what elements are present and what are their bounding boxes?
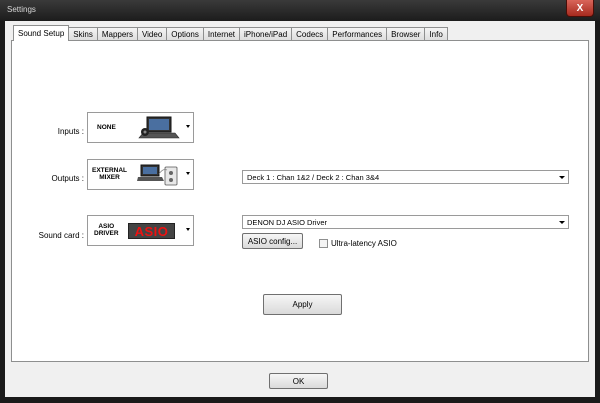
tab-info[interactable]: Info bbox=[424, 27, 448, 41]
tab-codecs[interactable]: Codecs bbox=[291, 27, 329, 41]
ultra-latency-checkbox[interactable] bbox=[319, 239, 328, 248]
apply-button[interactable]: Apply bbox=[263, 294, 342, 315]
settings-window: Sound Setup Skins Mappers Video Options … bbox=[5, 21, 595, 397]
sound-card-dropdown-arrow-icon bbox=[186, 228, 190, 231]
inputs-selector[interactable]: NONE bbox=[87, 112, 194, 143]
tab-options[interactable]: Options bbox=[166, 27, 204, 41]
sound-card-value: ASIO DRIVER bbox=[94, 223, 119, 237]
ultra-latency-label: Ultra-latency ASIO bbox=[331, 239, 397, 248]
output-routing-dropdown[interactable]: Deck 1 : Chan 1&2 / Deck 2 : Chan 3&4 bbox=[242, 170, 569, 184]
outputs-dropdown-arrow-icon bbox=[186, 172, 190, 175]
inputs-dropdown-arrow-icon bbox=[186, 125, 190, 128]
window-title: Settings bbox=[7, 5, 36, 14]
output-routing-value: Deck 1 : Chan 1&2 / Deck 2 : Chan 3&4 bbox=[247, 173, 380, 182]
asio-config-button[interactable]: ASIO config... bbox=[242, 233, 303, 249]
sound-card-label: Sound card : bbox=[38, 231, 84, 240]
sound-setup-panel: Inputs : NONE Outputs : EXTERNAL MIXER D… bbox=[11, 40, 589, 362]
output-routing-arrow-icon bbox=[556, 171, 568, 183]
tab-internet[interactable]: Internet bbox=[202, 27, 240, 41]
sound-card-driver-value: DENON DJ ASIO Driver bbox=[247, 218, 328, 227]
outputs-value-line1: EXTERNAL bbox=[92, 167, 128, 174]
sound-card-value-line1: ASIO bbox=[98, 223, 115, 230]
tab-iphone-ipad[interactable]: iPhone/iPad bbox=[239, 27, 293, 41]
inputs-label: Inputs : bbox=[57, 127, 84, 136]
tab-video[interactable]: Video bbox=[136, 27, 168, 41]
tab-bar: Sound Setup Skins Mappers Video Options … bbox=[13, 25, 448, 41]
close-icon: X bbox=[576, 2, 584, 14]
close-button[interactable]: X bbox=[566, 0, 594, 17]
title-bar: Settings X bbox=[0, 0, 600, 21]
asio-logo: ASIO bbox=[128, 223, 175, 239]
outputs-selector[interactable]: EXTERNAL MIXER bbox=[87, 159, 194, 190]
outputs-value: EXTERNAL MIXER bbox=[92, 167, 127, 181]
inputs-value: NONE bbox=[97, 124, 116, 131]
ok-button[interactable]: OK bbox=[269, 373, 328, 389]
sound-card-driver-arrow-icon bbox=[556, 216, 568, 228]
laptop-mixer-icon bbox=[137, 164, 178, 186]
tab-mappers[interactable]: Mappers bbox=[96, 27, 138, 41]
tab-skins[interactable]: Skins bbox=[68, 27, 98, 41]
tab-browser[interactable]: Browser bbox=[386, 27, 426, 41]
outputs-label: Outputs : bbox=[51, 174, 84, 183]
sound-card-selector[interactable]: ASIO DRIVER ASIO bbox=[87, 215, 194, 246]
tab-performances[interactable]: Performances bbox=[327, 27, 388, 41]
tab-sound-setup[interactable]: Sound Setup bbox=[13, 25, 70, 41]
sound-card-driver-dropdown[interactable]: DENON DJ ASIO Driver bbox=[242, 215, 569, 229]
laptop-turntable-icon bbox=[138, 116, 180, 139]
sound-card-value-line2: DRIVER bbox=[94, 230, 119, 237]
outputs-value-line2: MIXER bbox=[99, 174, 120, 181]
asio-logo-text: ASIO bbox=[134, 223, 169, 239]
